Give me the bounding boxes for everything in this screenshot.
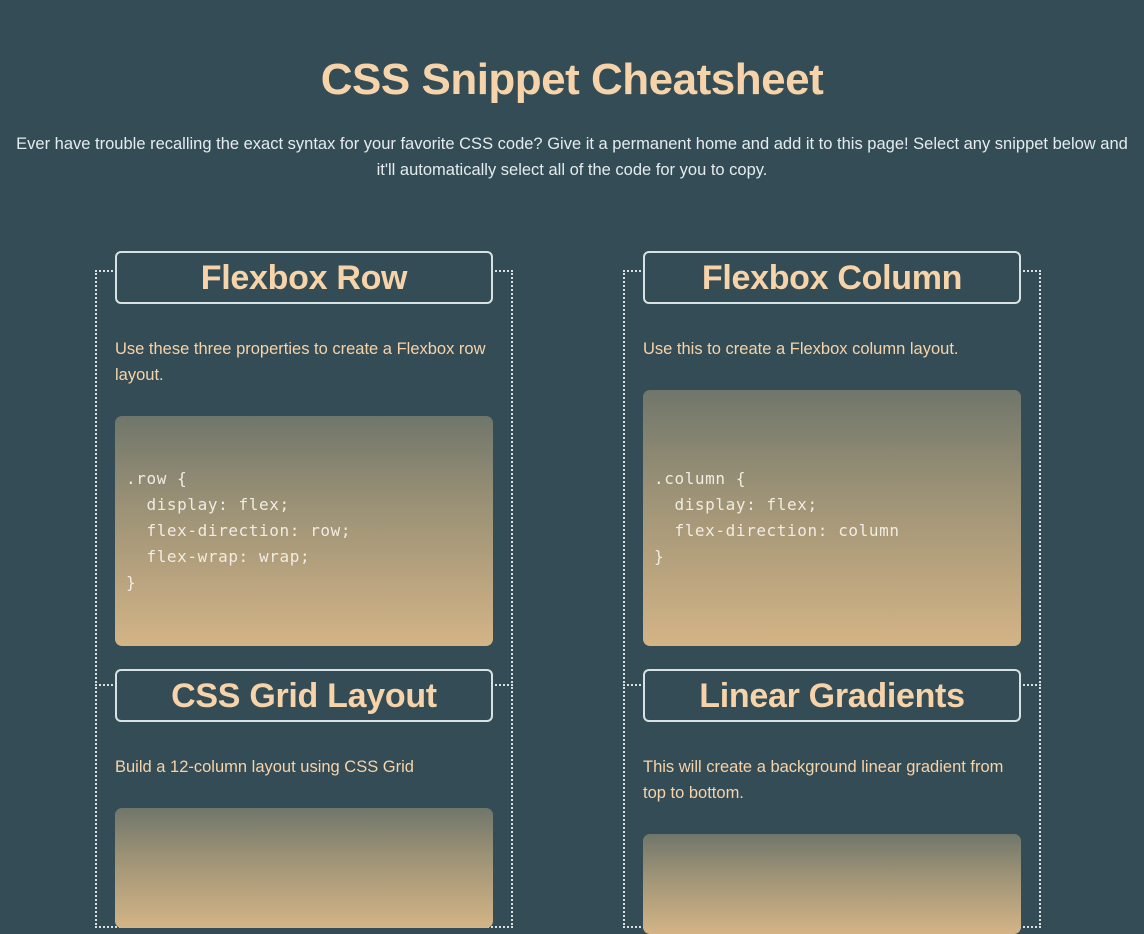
snippet-description: Use this to create a Flexbox column layo… — [643, 340, 959, 358]
code-snippet[interactable]: .column { display: flex; flex-direction:… — [643, 390, 1021, 646]
snippet-title: Flexbox Row — [115, 251, 493, 304]
snippet-card-flexbox-row: Flexbox Row Use these three properties t… — [115, 251, 493, 646]
snippet-card-flexbox-column: Flexbox Column Use this to create a Flex… — [643, 251, 1021, 646]
snippet-description: Use these three properties to create a F… — [115, 340, 486, 384]
code-snippet[interactable] — [115, 808, 493, 928]
page-intro: Ever have trouble recalling the exact sy… — [16, 135, 1128, 179]
code-text[interactable]: .row { display: flex; flex-direction: ro… — [126, 466, 351, 596]
snippet-description: Build a 12-column layout using CSS Grid — [115, 758, 414, 776]
code-snippet[interactable] — [643, 834, 1021, 934]
snippet-title: Flexbox Column — [643, 251, 1021, 304]
page-title: CSS Snippet Cheatsheet — [320, 55, 824, 104]
snippet-title: Linear Gradients — [643, 669, 1021, 722]
snippet-card-linear-gradients: Linear Gradients This will create a back… — [643, 669, 1021, 934]
snippet-title: CSS Grid Layout — [115, 669, 493, 722]
snippet-description: This will create a background linear gra… — [643, 758, 1004, 802]
snippet-card-css-grid: CSS Grid Layout Build a 12-column layout… — [115, 669, 493, 928]
code-text[interactable]: .column { display: flex; flex-direction:… — [654, 466, 900, 570]
code-snippet[interactable]: .row { display: flex; flex-direction: ro… — [115, 416, 493, 646]
